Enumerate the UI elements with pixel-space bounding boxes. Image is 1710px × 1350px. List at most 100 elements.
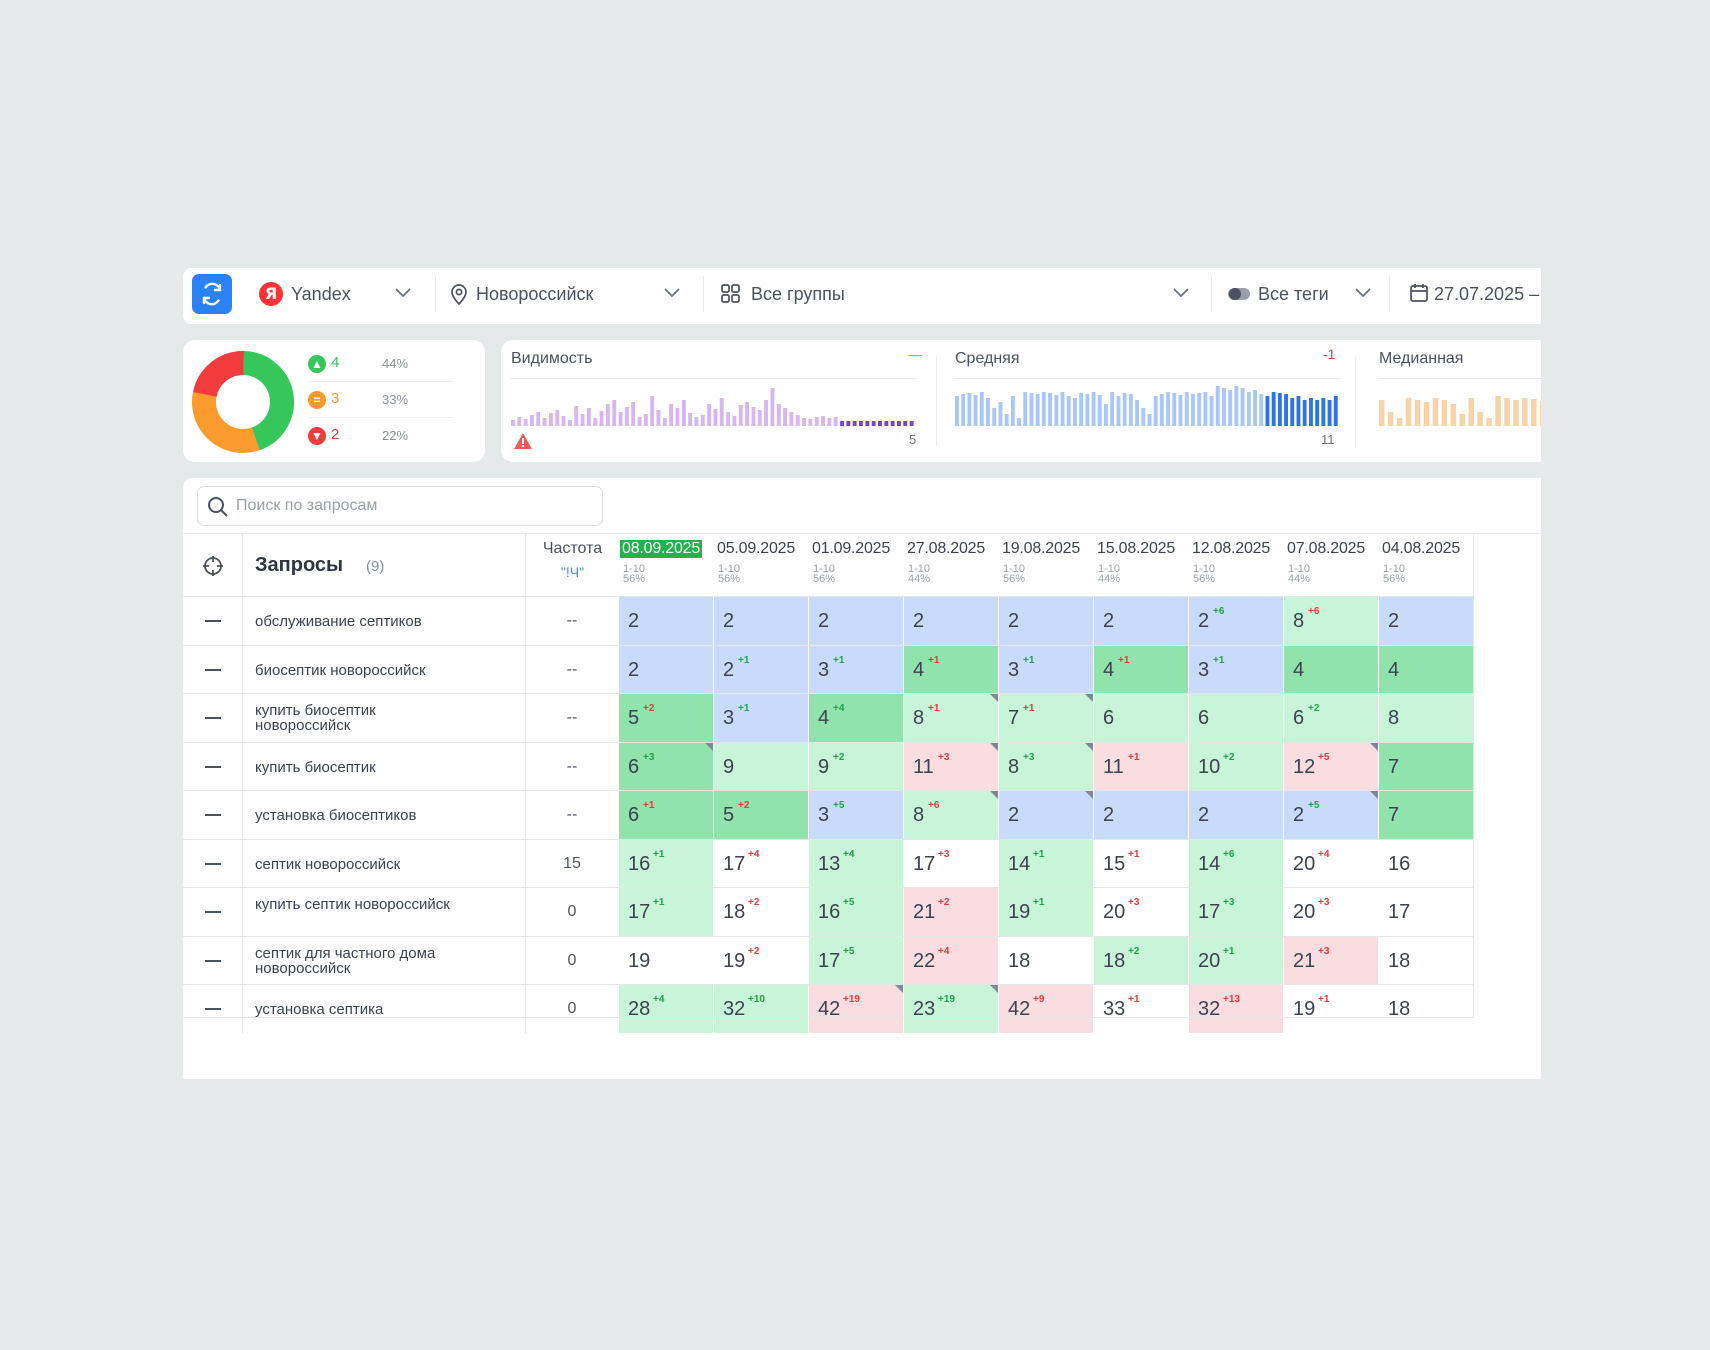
query-text[interactable]: установка биосептиков xyxy=(255,808,515,823)
minus-icon[interactable] xyxy=(205,911,221,913)
position-cell[interactable]: 8 +6 xyxy=(1283,597,1378,645)
position-cell[interactable]: 3 +1 xyxy=(998,645,1093,694)
position-cell[interactable]: 23 +19 xyxy=(903,985,998,1033)
row-collapse-cell[interactable] xyxy=(183,936,243,985)
position-cell[interactable]: 2 xyxy=(1378,597,1473,645)
row-collapse-cell[interactable] xyxy=(183,985,243,1033)
position-cell[interactable]: 2 xyxy=(618,597,713,645)
search-input[interactable] xyxy=(236,495,596,517)
position-cell[interactable]: 2 xyxy=(998,597,1093,645)
position-cell[interactable]: 2 xyxy=(713,597,808,645)
date-column-header[interactable]: 04.08.2025 1-10 56% xyxy=(1378,534,1473,596)
minus-icon[interactable] xyxy=(205,814,221,816)
position-cell[interactable]: 11 +3 xyxy=(903,742,998,791)
position-cell[interactable]: 8 xyxy=(1378,694,1473,742)
chevron-down-icon[interactable] xyxy=(662,282,682,302)
position-cell[interactable]: 42 +9 xyxy=(998,985,1093,1033)
position-cell[interactable]: 16 xyxy=(1378,839,1473,888)
median-spark[interactable]: Медианная xyxy=(1379,340,1541,462)
position-cell[interactable]: 6 xyxy=(1188,694,1283,742)
position-cell[interactable]: 4 +1 xyxy=(903,645,998,694)
position-cell[interactable]: 18 +2 xyxy=(1093,936,1188,985)
position-cell[interactable]: 19 +2 xyxy=(713,936,808,985)
position-cell[interactable]: 14 +1 xyxy=(998,839,1093,888)
minus-icon[interactable] xyxy=(205,668,221,671)
row-collapse-cell[interactable] xyxy=(183,645,243,694)
query-text[interactable]: установка септика xyxy=(255,1002,515,1017)
minus-icon[interactable] xyxy=(205,765,221,768)
position-cell[interactable]: 5 +2 xyxy=(713,791,808,839)
position-cell[interactable]: 8 +1 xyxy=(903,694,998,742)
position-cell[interactable]: 18 xyxy=(1378,985,1473,1033)
position-cell[interactable]: 4 xyxy=(1378,645,1473,694)
date-column-header[interactable]: 01.09.2025 1-10 56% xyxy=(808,534,903,596)
query-text[interactable]: биосептик новороссийск xyxy=(255,663,515,678)
position-cell[interactable]: 17 +3 xyxy=(903,839,998,888)
position-cell[interactable]: 6 +3 xyxy=(618,742,713,791)
query-text[interactable]: обслуживание септиков xyxy=(255,614,515,629)
position-cell[interactable]: 19 xyxy=(618,936,713,985)
position-cell[interactable]: 33 +1 xyxy=(1093,985,1188,1033)
position-cell[interactable]: 6 +2 xyxy=(1283,694,1378,742)
position-cell[interactable]: 22 +4 xyxy=(903,936,998,985)
position-cell[interactable]: 20 +3 xyxy=(1283,888,1378,936)
position-cell[interactable]: 4 +4 xyxy=(808,694,903,742)
visibility-spark[interactable]: Видимость — 5 xyxy=(511,340,926,462)
position-cell[interactable]: 18 xyxy=(1378,936,1473,985)
position-cell[interactable]: 13 +4 xyxy=(808,839,903,888)
search-box[interactable] xyxy=(197,486,603,526)
date-column-header[interactable]: 27.08.2025 1-10 44% xyxy=(903,534,998,596)
date-column-header[interactable]: 12.08.2025 1-10 56% xyxy=(1188,534,1283,596)
position-cell[interactable]: 20 +4 xyxy=(1283,839,1378,888)
row-collapse-cell[interactable] xyxy=(183,839,243,888)
position-cell[interactable]: 9 +2 xyxy=(808,742,903,791)
region-select[interactable]: Новороссийск xyxy=(449,282,649,306)
position-cell[interactable]: 7 xyxy=(1378,791,1473,839)
position-cell[interactable]: 7 +1 xyxy=(998,694,1093,742)
date-column-header[interactable]: 07.08.2025 1-10 44% xyxy=(1283,534,1378,596)
row-collapse-cell[interactable] xyxy=(183,791,243,839)
frequency-column-header[interactable]: Частота "!Ч" xyxy=(525,534,618,596)
row-collapse-cell[interactable] xyxy=(183,597,243,645)
position-cell[interactable]: 15 +1 xyxy=(1093,839,1188,888)
date-column-header[interactable]: 19.08.2025 1-10 56% xyxy=(998,534,1093,596)
row-collapse-cell[interactable] xyxy=(183,888,243,936)
position-cell[interactable]: 17 xyxy=(1378,888,1473,936)
position-cell[interactable]: 6 +1 xyxy=(618,791,713,839)
refresh-button[interactable] xyxy=(192,274,232,314)
query-text[interactable]: купить биосептик xyxy=(255,760,515,775)
query-text[interactable]: купить биосептик новороссийск xyxy=(255,703,460,733)
chevron-down-icon[interactable] xyxy=(1171,282,1191,302)
position-cell[interactable]: 2 xyxy=(998,791,1093,839)
position-cell[interactable]: 9 xyxy=(713,742,808,791)
position-cell[interactable]: 7 xyxy=(1378,742,1473,791)
position-cell[interactable]: 32 +10 xyxy=(713,985,808,1033)
date-column-header[interactable]: 08.09.2025 1-10 56% xyxy=(618,534,713,596)
position-cell[interactable]: 18 xyxy=(998,936,1093,985)
position-cell[interactable]: 6 xyxy=(1093,694,1188,742)
position-cell[interactable]: 2 xyxy=(1093,597,1188,645)
position-cell[interactable]: 2 xyxy=(1093,791,1188,839)
donut-segment-up[interactable] xyxy=(242,351,294,451)
position-cell[interactable]: 21 +3 xyxy=(1283,936,1378,985)
position-cell[interactable]: 16 +1 xyxy=(618,839,713,888)
position-cell[interactable]: 16 +5 xyxy=(808,888,903,936)
position-cell[interactable]: 14 +6 xyxy=(1188,839,1283,888)
position-cell[interactable]: 2 xyxy=(903,597,998,645)
position-cell[interactable]: 3 +1 xyxy=(808,645,903,694)
position-cell[interactable]: 17 +3 xyxy=(1188,888,1283,936)
position-cell[interactable]: 10 +2 xyxy=(1188,742,1283,791)
position-cell[interactable]: 8 +3 xyxy=(998,742,1093,791)
warning-icon[interactable] xyxy=(513,432,533,450)
position-cell[interactable]: 21 +2 xyxy=(903,888,998,936)
minus-icon[interactable] xyxy=(205,1008,221,1010)
position-cell[interactable]: 42 +19 xyxy=(808,985,903,1033)
position-cell[interactable]: 2 +1 xyxy=(713,645,808,694)
date-column-header[interactable]: 15.08.2025 1-10 44% xyxy=(1093,534,1188,596)
tags-select[interactable]: Все теги xyxy=(1227,282,1337,306)
position-cell[interactable]: 19 +1 xyxy=(1283,985,1378,1033)
minus-icon[interactable] xyxy=(205,717,221,719)
position-cell[interactable]: 5 +2 xyxy=(618,694,713,742)
position-cell[interactable]: 12 +5 xyxy=(1283,742,1378,791)
position-cell[interactable]: 17 +4 xyxy=(713,839,808,888)
